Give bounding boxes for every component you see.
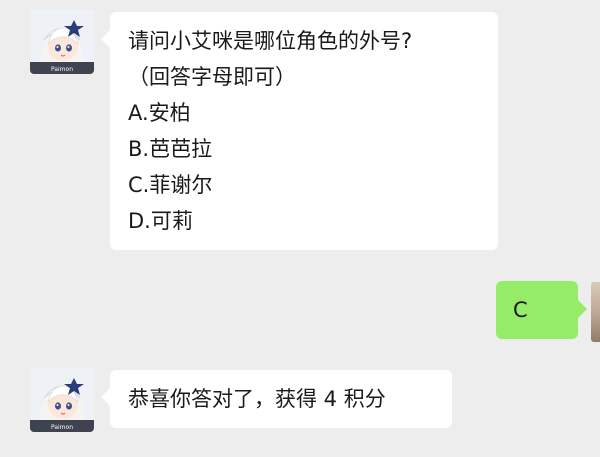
- answer-text: C: [513, 298, 528, 322]
- option-c: C.菲谢尔: [128, 173, 213, 197]
- bot-avatar[interactable]: Paimon: [30, 10, 94, 74]
- paimon-avatar-icon: Paimon: [30, 10, 94, 74]
- message-bubble-answer[interactable]: C: [496, 281, 587, 339]
- user-avatar[interactable]: [591, 282, 600, 342]
- option-b: B.芭芭拉: [128, 137, 213, 161]
- message-bubble-question[interactable]: 请问小艾咪是哪位角色的外号? （回答字母即可） A.安柏 B.芭芭拉 C.菲谢尔…: [101, 12, 498, 250]
- bot-avatar[interactable]: Paimon: [30, 368, 94, 432]
- message-bubble-result[interactable]: 恭喜你答对了，获得 4 积分: [101, 370, 452, 428]
- option-a: A.安柏: [128, 101, 191, 125]
- avatar-badge: Paimon: [51, 424, 73, 431]
- option-d: D.可莉: [128, 209, 193, 233]
- question-text: 请问小艾咪是哪位角色的外号?: [128, 29, 413, 53]
- result-text: 恭喜你答对了，获得 4 积分: [128, 387, 386, 411]
- chat-window: Paimon 请问小艾咪是哪位角色的外号? （回答字母即可） A.安柏 B.芭芭…: [0, 0, 600, 457]
- paimon-avatar-icon: Paimon: [30, 368, 94, 432]
- question-hint: （回答字母即可）: [128, 65, 296, 89]
- avatar-badge: Paimon: [51, 66, 73, 73]
